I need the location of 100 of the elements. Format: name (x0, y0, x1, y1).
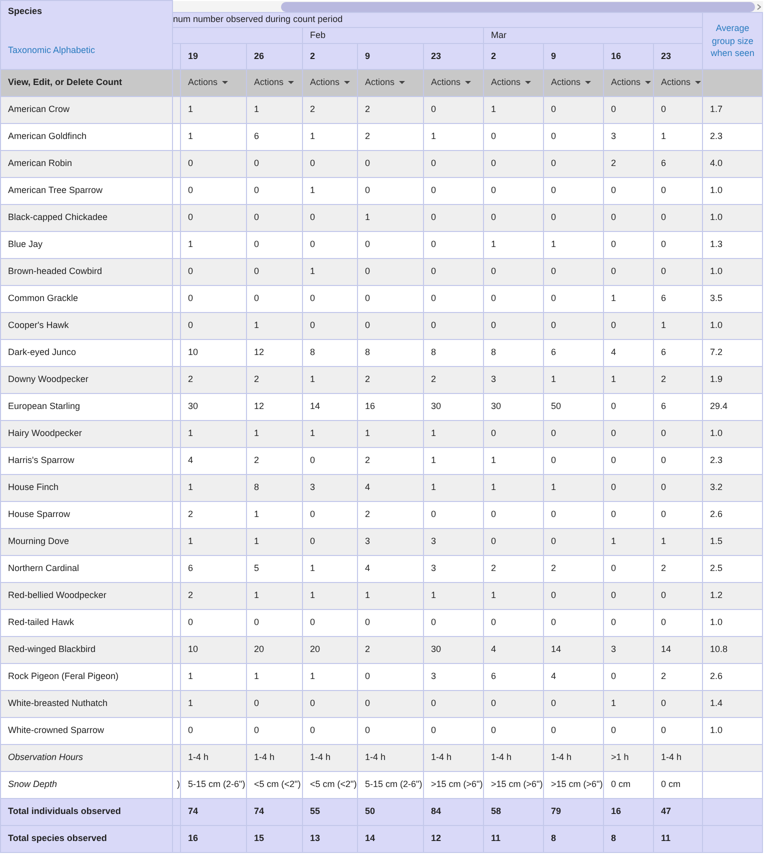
table-cell: 30 (424, 394, 484, 420)
table-cell: 1 (246, 312, 302, 340)
table-cell: 0 (604, 448, 654, 474)
table-cell: 2 (544, 556, 604, 582)
table-cell: 1 (654, 528, 702, 556)
table-cell: 74 (246, 798, 302, 826)
species-name: American Robin (0, 150, 172, 178)
table-cell: 1-4 h (246, 744, 302, 772)
table-cell: 1 (358, 420, 424, 448)
scrollbar-thumb[interactable] (281, 2, 755, 12)
table-cell: 0 (654, 502, 702, 528)
table-cell: 1 (604, 528, 654, 556)
table-cell: 2 (424, 366, 484, 394)
table-cell: 0 (246, 204, 302, 232)
table-cell: 3.5 (702, 286, 763, 312)
table-cell: 0 (604, 502, 654, 528)
table-cell: 0 (358, 690, 424, 718)
table-cell: 2 (654, 664, 702, 690)
table-cell: 1 (246, 420, 302, 448)
table-cell: 0 (654, 690, 702, 718)
table-cell: 1 (246, 96, 302, 124)
caret-icon (222, 81, 228, 84)
table-cell: 30 (424, 636, 484, 664)
table-cell: 0 (246, 258, 302, 286)
table-cell: 0 (604, 204, 654, 232)
table-cell: 1 (484, 474, 544, 502)
table-cell: 2 (358, 96, 424, 124)
table-cell: 0 (484, 150, 544, 178)
scroll-right-icon[interactable] (756, 4, 761, 10)
table-cell: 0 (180, 178, 246, 204)
table-cell: 16 (604, 798, 654, 826)
date-header: 26 (246, 44, 302, 70)
table-cell: 0 (654, 420, 702, 448)
table-cell: 1 (302, 582, 358, 610)
table-cell: 1 (654, 124, 702, 150)
table-cell: 2 (358, 448, 424, 474)
species-name: Hairy Woodpecker (0, 420, 172, 448)
table-cell: 0 (358, 286, 424, 312)
table-cell: 6 (180, 556, 246, 582)
table-cell: 1.7 (702, 96, 763, 124)
table-cell: 6 (654, 394, 702, 420)
table-cell: 1 (246, 582, 302, 610)
table-cell: 6 (484, 664, 544, 690)
table-cell: 0 (246, 718, 302, 744)
table-cell: 12 (424, 826, 484, 852)
table-cell: 1 (484, 232, 544, 258)
table-cell: 2 (246, 448, 302, 474)
table-cell: 1 (424, 474, 484, 502)
table-cell: 2 (654, 366, 702, 394)
table-cell: 1-4 h (358, 744, 424, 772)
table-cell: 1-4 h (302, 744, 358, 772)
table-cell: 0 (484, 286, 544, 312)
species-name: Red-tailed Hawk (0, 610, 172, 636)
table-cell: 0 (544, 420, 604, 448)
table-cell: 1.0 (702, 420, 763, 448)
species-name: White-crowned Sparrow (0, 718, 172, 744)
table-cell: 1 (246, 528, 302, 556)
table-cell: 0 (358, 610, 424, 636)
table-cell: 1 (246, 664, 302, 690)
table-cell: 0 (246, 286, 302, 312)
row-label: Total individuals observed (0, 798, 172, 826)
table-cell: 0 (544, 718, 604, 744)
table-cell: 2 (358, 636, 424, 664)
table-cell: 0 (302, 312, 358, 340)
table-cell: 4 (358, 556, 424, 582)
table-cell: 20 (246, 636, 302, 664)
table-cell: 55 (302, 798, 358, 826)
caret-icon (288, 81, 294, 84)
table-cell: 1 (544, 366, 604, 394)
table-cell: 0 (180, 258, 246, 286)
date-header: 2 (484, 44, 544, 70)
species-name: Harris's Sparrow (0, 448, 172, 474)
table-cell: 1.9 (702, 366, 763, 394)
table-cell: 0 (604, 556, 654, 582)
table-cell: 1.0 (702, 610, 763, 636)
horizontal-scrollbar[interactable] (172, 0, 763, 12)
species-name: House Finch (0, 474, 172, 502)
table-cell: 0 (180, 204, 246, 232)
table-cell: 74 (180, 798, 246, 826)
table-cell: 1 (654, 312, 702, 340)
table-cell: 1 (544, 474, 604, 502)
table-cell: 3 (302, 474, 358, 502)
table-cell: 2.3 (702, 448, 763, 474)
table-cell: 0 (544, 502, 604, 528)
table-cell: 0 (484, 420, 544, 448)
month-header: Mar (484, 28, 702, 44)
table-cell: 0 (544, 610, 604, 636)
table-cell: 0 (424, 286, 484, 312)
species-name: European Starling (0, 394, 172, 420)
table-cell: 30 (484, 394, 544, 420)
species-name: Blue Jay (0, 232, 172, 258)
table-cell: 1 (424, 448, 484, 474)
species-name: Red-bellied Woodpecker (0, 582, 172, 610)
table-cell: 2 (180, 366, 246, 394)
date-header: 2 (302, 44, 358, 70)
table-cell: 2.6 (702, 502, 763, 528)
table-cell: 0 (544, 582, 604, 610)
table-cell: 1 (604, 286, 654, 312)
table-cell: 16 (180, 826, 246, 852)
table-cell: 0 (246, 232, 302, 258)
